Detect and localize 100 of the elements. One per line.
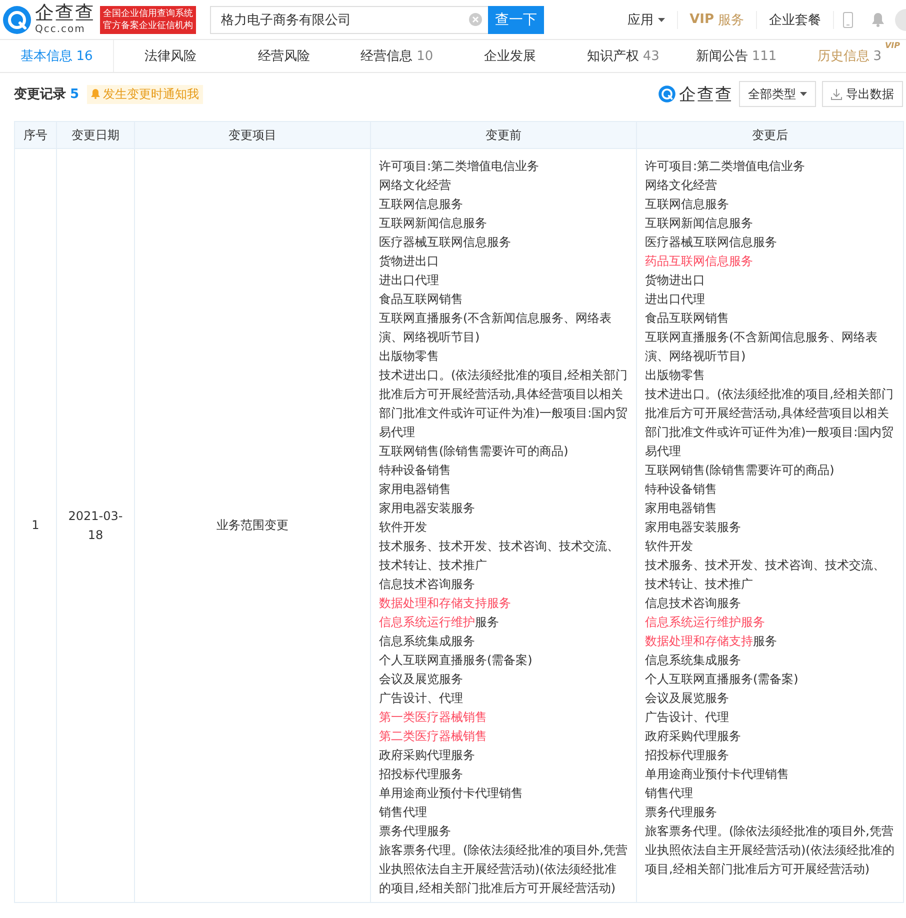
column-header: 序号	[14, 122, 56, 148]
scope-item: 票务代理服务	[645, 804, 718, 821]
scope-item: 信息系统集成服务	[645, 652, 742, 669]
scope-item: 会议及展览服务	[379, 671, 464, 688]
scope-item: 互联网信息服务	[645, 196, 730, 213]
scope-item: 家用电器销售	[645, 500, 718, 517]
scope-item: 互联网直播服务(不含新闻信息服务、网络表演、网络视听节目)	[645, 329, 879, 365]
download-icon	[831, 88, 842, 100]
section-title: 变更记录	[14, 86, 66, 103]
scope-item: 旅客票务代理。(除依法须经批准的项目外,凭营业执照依法自主开展经营活动)(依法须经批准的项目,经相关部门批准后方可开展经营活动)	[645, 823, 895, 878]
scope-item: 数据处理和存储支持服务	[645, 633, 778, 650]
scope-item: 信息系统集成服务	[379, 633, 476, 650]
caret-icon	[800, 92, 807, 96]
nav-tab[interactable]: 法律风险	[114, 40, 228, 72]
scope-item: 互联网销售(除销售需要许可的商品)	[645, 462, 836, 479]
nav-tab[interactable]: 经营风险	[227, 40, 340, 72]
scope-item: 个人互联网直播服务(需备案)	[645, 671, 800, 688]
menu-dropdown[interactable]: 应用	[616, 10, 678, 28]
bell-icon	[91, 89, 100, 99]
scope-item: 货物进出口	[379, 253, 440, 270]
scope-item: 软件开发	[379, 519, 428, 536]
scope-item: 进出口代理	[645, 291, 706, 308]
scope-item: 数据处理和存储支持服务	[379, 595, 512, 612]
nav-tab[interactable]: 新闻公告 111	[680, 40, 793, 72]
bell-icon[interactable]	[871, 12, 885, 27]
scope-item: 会议及展览服务	[645, 690, 730, 707]
avatar-icon[interactable]	[894, 8, 906, 32]
menu-link[interactable]: 企业套餐	[757, 10, 834, 28]
scope-item: 医疗器械互联网信息服务	[379, 234, 512, 251]
search-field[interactable]: 格力电子商务有限公司	[210, 6, 488, 34]
nav-tab[interactable]: 经营信息 10	[340, 40, 454, 72]
table-cell: 2021-03-18	[56, 148, 134, 902]
scope-item: 特种设备销售	[645, 481, 718, 498]
scope-item: 食品互联网销售	[379, 291, 464, 308]
clear-icon[interactable]	[469, 13, 482, 26]
scope-item: 家用电器销售	[379, 481, 452, 498]
nav-tab[interactable]: 基本信息 16	[0, 40, 114, 72]
scope-item: 互联网直播服务(不含新闻信息服务、网络表演、网络视听节目)	[379, 310, 613, 346]
table-cell: 1	[14, 148, 56, 902]
scope-item: 广告设计、代理	[645, 709, 730, 726]
logo-icon	[658, 85, 676, 103]
scope-item: 个人互联网直播服务(需备案)	[379, 652, 534, 669]
scope-item: 许可项目:第二类增值电信业务	[645, 158, 806, 175]
caret-icon	[658, 18, 665, 22]
logo-domain: Qcc.com	[35, 25, 86, 35]
scope-item: 招投标代理服务	[379, 766, 464, 783]
scope-item: 旅客票务代理。(除依法须经批准的项目外,凭营业执照依法自主开展经营活动)(依法须经批准的项目,经相关部门批准后方可开展经营活动)	[379, 842, 628, 897]
scope-item: 信息系统运行维护服务	[379, 614, 500, 631]
brand-name: 企查查	[679, 84, 733, 106]
scope-item: 出版物零售	[379, 348, 440, 365]
scope-item: 单用途商业预付卡代理销售	[645, 766, 790, 783]
scope-item: 进出口代理	[379, 272, 440, 289]
scope-item: 互联网新闻信息服务	[645, 215, 754, 232]
search-button[interactable]: 查一下	[488, 6, 544, 34]
scope-item: 第一类医疗器械销售	[379, 709, 488, 726]
column-header: 变更后	[636, 122, 904, 148]
type-filter-dropdown[interactable]: 全部类型	[739, 81, 816, 107]
scope-item: 网络文化经营	[379, 177, 452, 194]
scope-item: 互联网信息服务	[379, 196, 464, 213]
scope-item: 技术进出口。(依法须经批准的项目,经相关部门批准后方可开展经营活动,具体经营项目以相关部门批准文件或许可证件为准)一般项目:国内贸易代理	[645, 386, 895, 460]
logo-icon	[2, 4, 32, 34]
table-cell: 业务范围变更	[134, 148, 370, 902]
scope-item: 单用途商业预付卡代理销售	[379, 785, 524, 802]
scope-item: 家用电器安装服务	[379, 500, 476, 517]
nav-tab[interactable]: 知识产权 43	[566, 40, 680, 72]
certification-badge: 全国企业信用查询系统 官方备案企业征信机构	[100, 6, 196, 34]
scope-item: 技术服务、技术开发、技术咨询、技术交流、技术转让、技术推广	[379, 538, 620, 574]
scope-item: 医疗器械互联网信息服务	[645, 234, 778, 251]
scope-item: 票务代理服务	[379, 823, 452, 840]
scope-item: 信息系统运行维护服务	[645, 614, 766, 631]
scope-item: 出版物零售	[645, 367, 706, 384]
scope-item: 食品互联网销售	[645, 310, 730, 327]
column-header: 变更日期	[56, 122, 134, 148]
scope-item: 互联网销售(除销售需要许可的商品)	[379, 443, 570, 460]
scope-item: 网络文化经营	[645, 177, 718, 194]
scope-item: 特种设备销售	[379, 462, 452, 479]
column-header: 变更项目	[134, 122, 370, 148]
scope-item: 技术进出口。(依法须经批准的项目,经相关部门批准后方可开展经营活动,具体经营项目以相关部门批准文件或许可证件为准)一般项目:国内贸易代理	[379, 367, 628, 441]
logo-name: 企查查	[35, 4, 95, 23]
scope-item: 家用电器安装服务	[645, 519, 742, 536]
scope-item: 政府采购代理服务	[645, 728, 742, 745]
scope-item: 许可项目:第二类增值电信业务	[379, 158, 540, 175]
scope-item: 政府采购代理服务	[379, 747, 476, 764]
scope-item: 技术服务、技术开发、技术咨询、技术交流、技术转让、技术推广	[645, 557, 886, 593]
scope-item: 互联网新闻信息服务	[379, 215, 488, 232]
scope-item: 信息技术咨询服务	[645, 595, 742, 612]
phone-icon[interactable]	[843, 12, 853, 28]
export-button[interactable]: 导出数据	[822, 81, 903, 107]
scope-item: 招投标代理服务	[645, 747, 730, 764]
scope-item: 货物进出口	[645, 272, 706, 289]
record-count: 5	[70, 86, 80, 102]
column-header: 变更前	[370, 122, 636, 148]
nav-tab[interactable]: 历史信息 3 VIP	[792, 40, 906, 72]
nav-tab[interactable]: 企业发展	[454, 40, 567, 72]
vip-label: VIP	[884, 41, 900, 50]
scope-item: 第二类医疗器械销售	[379, 728, 488, 745]
scope-item: 销售代理	[645, 785, 694, 802]
scope-item: 软件开发	[645, 538, 694, 555]
scope-item: 销售代理	[379, 804, 428, 821]
scope-item: 药品互联网信息服务	[645, 253, 754, 270]
